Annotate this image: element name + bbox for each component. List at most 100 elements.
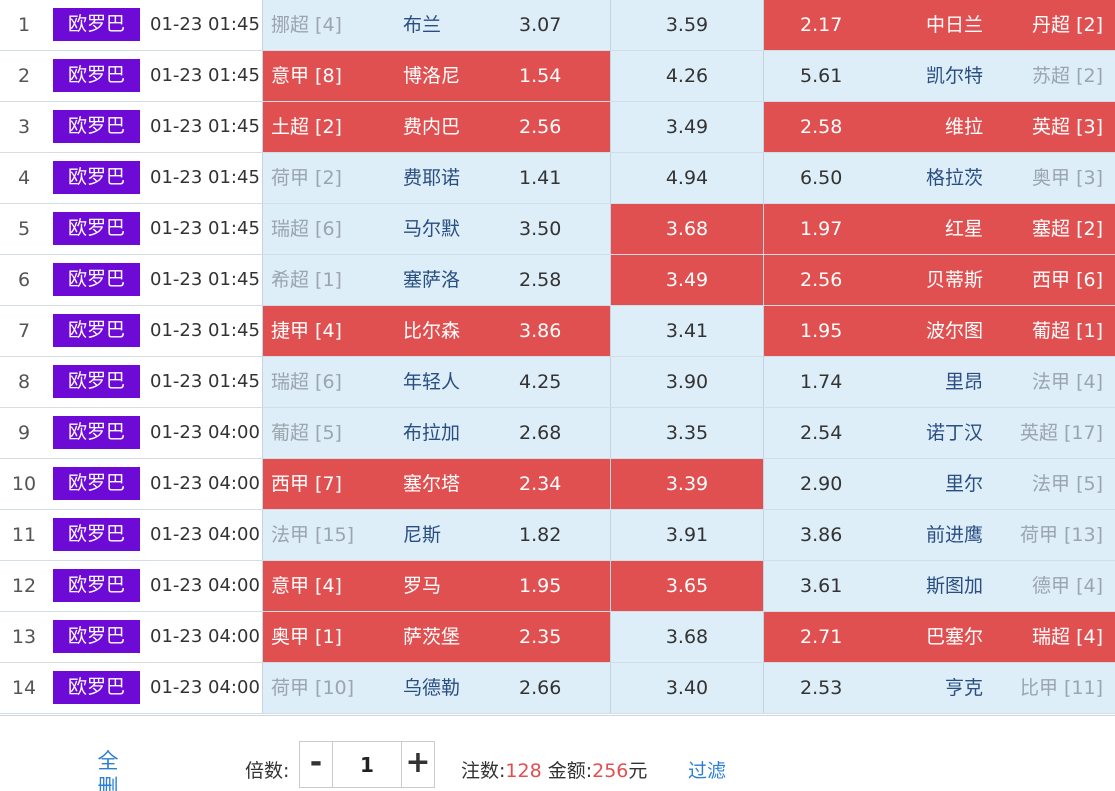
draw-option[interactable]: 3.49 <box>610 102 763 152</box>
competition-cell: 欧罗巴 <box>48 459 146 509</box>
away-win-odds: 1.74 <box>800 371 843 393</box>
match-row: 8 欧罗巴 01-23 01:45 瑞超 [6] 年轻人 4.25 3.90 1… <box>0 357 1115 408</box>
home-win-option[interactable]: 瑞超 [6] 年轻人 4.25 <box>262 357 610 407</box>
draw-option[interactable]: 3.65 <box>610 561 763 611</box>
home-win-option[interactable]: 西甲 [7] 塞尔塔 2.34 <box>262 459 610 509</box>
match-index: 2 <box>0 51 48 101</box>
away-win-option[interactable]: 2.71 巴塞尔 瑞超 [4] <box>763 612 1115 662</box>
home-league-rank: 捷甲 [4] <box>271 320 342 342</box>
away-win-option[interactable]: 1.95 波尔图 葡超 [1] <box>763 306 1115 356</box>
draw-odds: 3.41 <box>665 320 709 342</box>
away-league-rank: 瑞超 [4] <box>1032 626 1103 648</box>
away-team-name: 中日兰 <box>925 14 983 36</box>
delete-all-button[interactable]: 全删 <box>96 748 120 791</box>
away-league-rank: 英超 [17] <box>1019 422 1103 444</box>
away-win-option[interactable]: 3.86 前进鹰 荷甲 [13] <box>763 510 1115 560</box>
away-league-rank: 塞超 [2] <box>1032 218 1103 240</box>
bets-count-label: 注数: <box>461 760 506 782</box>
kickoff-time: 01-23 01:45 <box>146 153 262 203</box>
home-league-rank: 葡超 [5] <box>271 422 342 444</box>
draw-option[interactable]: 3.41 <box>610 306 763 356</box>
away-win-odds: 5.61 <box>800 65 843 87</box>
amount-label: 金额: <box>547 760 593 782</box>
bet-footer: 全删 倍数: - + 注数:128 金额:256元 过滤 <box>0 715 1115 791</box>
away-win-option[interactable]: 1.74 里昂 法甲 [4] <box>763 357 1115 407</box>
competition-cell: 欧罗巴 <box>48 510 146 560</box>
away-win-option[interactable]: 1.97 红星 塞超 [2] <box>763 204 1115 254</box>
draw-option[interactable]: 3.59 <box>610 0 763 50</box>
home-league-rank: 荷甲 [2] <box>271 167 342 189</box>
home-team-name: 年轻人 <box>403 371 461 393</box>
match-row: 11 欧罗巴 01-23 04:00 法甲 [15] 尼斯 1.82 3.91 … <box>0 510 1115 561</box>
kickoff-time: 01-23 04:00 <box>146 663 262 713</box>
competition-badge: 欧罗巴 <box>53 59 140 92</box>
draw-option[interactable]: 4.94 <box>610 153 763 203</box>
home-team-name: 乌德勒 <box>403 677 461 699</box>
home-league-rank: 土超 [2] <box>271 116 342 138</box>
home-win-option[interactable]: 捷甲 [4] 比尔森 3.86 <box>262 306 610 356</box>
draw-option[interactable]: 3.91 <box>610 510 763 560</box>
away-win-option[interactable]: 6.50 格拉茨 奥甲 [3] <box>763 153 1115 203</box>
away-team-name: 巴塞尔 <box>925 626 983 648</box>
away-win-odds: 6.50 <box>800 167 843 189</box>
away-win-option[interactable]: 5.61 凯尔特 苏超 [2] <box>763 51 1115 101</box>
home-league-rank: 希超 [1] <box>271 269 342 291</box>
kickoff-time: 01-23 04:00 <box>146 561 262 611</box>
draw-option[interactable]: 3.35 <box>610 408 763 458</box>
draw-option[interactable]: 4.26 <box>610 51 763 101</box>
away-win-option[interactable]: 2.90 里尔 法甲 [5] <box>763 459 1115 509</box>
draw-option[interactable]: 3.68 <box>610 612 763 662</box>
draw-option[interactable]: 3.68 <box>610 204 763 254</box>
home-win-option[interactable]: 荷甲 [2] 费耶诺 1.41 <box>262 153 610 203</box>
away-win-odds: 2.54 <box>800 422 843 444</box>
away-team-name: 里尔 <box>944 473 983 495</box>
home-team-name: 罗马 <box>403 575 442 597</box>
away-win-option[interactable]: 2.58 维拉 英超 [3] <box>763 102 1115 152</box>
competition-badge: 欧罗巴 <box>53 620 140 653</box>
away-win-option[interactable]: 2.54 诺丁汉 英超 [17] <box>763 408 1115 458</box>
home-win-option[interactable]: 葡超 [5] 布拉加 2.68 <box>262 408 610 458</box>
home-team-name: 马尔默 <box>403 218 461 240</box>
away-win-odds: 2.71 <box>800 626 843 648</box>
multiplier-increase-button[interactable]: + <box>401 742 434 787</box>
multiplier-input[interactable] <box>333 742 401 787</box>
home-league-rank: 奥甲 [1] <box>271 626 342 648</box>
draw-option[interactable]: 3.40 <box>610 663 763 713</box>
away-win-option[interactable]: 2.53 亨克 比甲 [11] <box>763 663 1115 713</box>
home-win-option[interactable]: 土超 [2] 费内巴 2.56 <box>262 102 610 152</box>
home-league-rank: 西甲 [7] <box>271 473 342 495</box>
kickoff-time: 01-23 01:45 <box>146 306 262 356</box>
competition-badge: 欧罗巴 <box>53 569 140 602</box>
away-team-name: 红星 <box>944 218 983 240</box>
home-win-option[interactable]: 瑞超 [6] 马尔默 3.50 <box>262 204 610 254</box>
match-row: 9 欧罗巴 01-23 04:00 葡超 [5] 布拉加 2.68 3.35 2… <box>0 408 1115 459</box>
away-win-option[interactable]: 3.61 斯图加 德甲 [4] <box>763 561 1115 611</box>
home-win-option[interactable]: 挪超 [4] 布兰 3.07 <box>262 0 610 50</box>
draw-option[interactable]: 3.39 <box>610 459 763 509</box>
draw-option[interactable]: 3.90 <box>610 357 763 407</box>
home-win-odds: 2.34 <box>519 473 562 495</box>
competition-badge: 欧罗巴 <box>53 518 140 551</box>
home-win-option[interactable]: 意甲 [8] 博洛尼 1.54 <box>262 51 610 101</box>
draw-option[interactable]: 3.49 <box>610 255 763 305</box>
match-index: 9 <box>0 408 48 458</box>
away-league-rank: 奥甲 [3] <box>1032 167 1103 189</box>
away-win-option[interactable]: 2.56 贝蒂斯 西甲 [6] <box>763 255 1115 305</box>
away-win-option[interactable]: 2.17 中日兰 丹超 [2] <box>763 0 1115 50</box>
draw-odds: 3.39 <box>665 473 709 495</box>
home-win-option[interactable]: 法甲 [15] 尼斯 1.82 <box>262 510 610 560</box>
home-win-option[interactable]: 荷甲 [10] 乌德勒 2.66 <box>262 663 610 713</box>
home-team-name: 萨茨堡 <box>403 626 461 648</box>
competition-cell: 欧罗巴 <box>48 612 146 662</box>
home-win-option[interactable]: 意甲 [4] 罗马 1.95 <box>262 561 610 611</box>
home-team-name: 塞萨洛 <box>403 269 461 291</box>
home-win-option[interactable]: 希超 [1] 塞萨洛 2.58 <box>262 255 610 305</box>
filter-link[interactable]: 过滤 <box>688 756 726 783</box>
home-win-option[interactable]: 奥甲 [1] 萨茨堡 2.35 <box>262 612 610 662</box>
kickoff-time: 01-23 01:45 <box>146 357 262 407</box>
away-win-odds: 2.58 <box>800 116 843 138</box>
competition-cell: 欧罗巴 <box>48 408 146 458</box>
away-team-name: 波尔图 <box>925 320 983 342</box>
multiplier-decrease-button[interactable]: - <box>300 742 333 787</box>
match-index: 4 <box>0 153 48 203</box>
